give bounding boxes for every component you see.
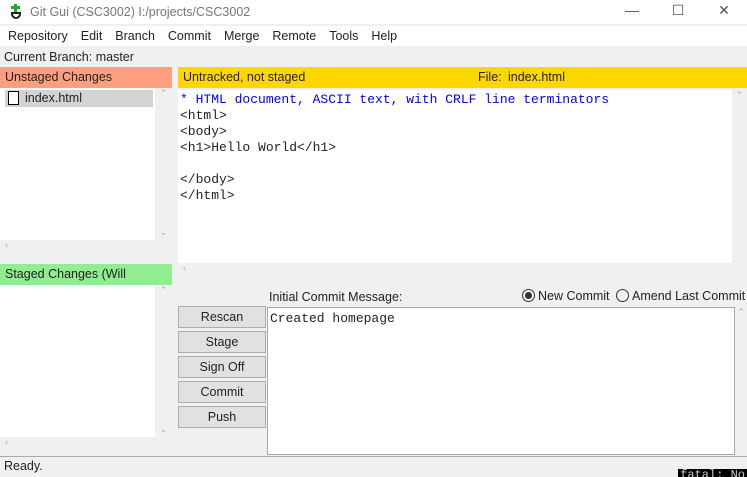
commit-message-label: Initial Commit Message:	[269, 290, 403, 304]
commit-message-input[interactable]: Created homepage	[267, 307, 735, 455]
diff-header: Untracked, not staged File: index.html	[178, 67, 747, 88]
file-item[interactable]: index.html	[5, 90, 153, 107]
menu-edit[interactable]: Edit	[81, 26, 103, 46]
maximize-button[interactable]: ☐	[663, 2, 693, 19]
radio-selected-icon	[522, 289, 535, 302]
menu-repository[interactable]: Repository	[8, 26, 68, 46]
stage-changed-button[interactable]: Stage Changed	[178, 331, 266, 369]
new-commit-label: New Commit	[538, 289, 610, 303]
unstaged-header: Unstaged Changes	[0, 67, 172, 88]
sign-off-button[interactable]: Sign Off	[178, 356, 266, 378]
minimize-button[interactable]: —	[617, 2, 647, 18]
diff-line: <body>	[180, 124, 227, 139]
horizontal-scrollbar[interactable]: ‹	[0, 240, 172, 257]
diff-line: </html>	[180, 188, 235, 203]
diff-status: Untracked, not staged	[183, 70, 306, 84]
rescan-button[interactable]: Rescan	[178, 306, 266, 328]
menu-bar: Repository Edit Branch Commit Merge Remo…	[0, 26, 747, 46]
close-button[interactable]: ✕	[709, 2, 739, 19]
file-name: index.html	[25, 91, 82, 105]
radio-icon	[616, 289, 629, 302]
window-title: Git Gui (CSC3002) I:/projects/CSC3002	[30, 5, 251, 19]
commit-button[interactable]: Commit	[178, 381, 266, 403]
terminal-output: fatal: No	[678, 469, 747, 477]
horizontal-scrollbar[interactable]: ‹	[0, 437, 172, 454]
file-label: File:	[478, 70, 502, 84]
current-branch: Current Branch: master	[4, 50, 134, 64]
diff-horizontal-scrollbar[interactable]: ‹	[178, 263, 747, 280]
vertical-scrollbar[interactable]: ⌃ ⌄	[155, 285, 172, 437]
menu-commit[interactable]: Commit	[168, 26, 211, 46]
file-icon	[8, 91, 19, 105]
diff-file-name: index.html	[508, 70, 565, 84]
amend-commit-radio[interactable]: Amend Last Commit	[616, 289, 745, 303]
menu-branch[interactable]: Branch	[115, 26, 155, 46]
diff-line: * HTML document, ASCII text, with CRLF l…	[180, 92, 610, 107]
unstaged-list[interactable]: index.html ⌃ ⌄	[0, 88, 172, 240]
menu-tools[interactable]: Tools	[329, 26, 358, 46]
title-bar: Git Gui (CSC3002) I:/projects/CSC3002 — …	[0, 0, 747, 24]
staged-list[interactable]: ⌃ ⌄	[0, 285, 172, 437]
git-gui-logo-icon	[10, 4, 22, 20]
diff-vertical-scrollbar[interactable]: ⌃	[732, 90, 747, 263]
menu-remote[interactable]: Remote	[272, 26, 316, 46]
push-button[interactable]: Push	[178, 406, 266, 428]
diff-line: </body>	[180, 172, 235, 187]
menu-merge[interactable]: Merge	[224, 26, 259, 46]
status-bar: Ready.	[0, 456, 747, 477]
diff-line: <html>	[180, 108, 227, 123]
menu-help[interactable]: Help	[371, 26, 397, 46]
diff-view[interactable]: * HTML document, ASCII text, with CRLF l…	[178, 90, 732, 263]
vertical-scrollbar[interactable]: ⌃ ⌄	[155, 88, 172, 240]
diff-line: <h1>Hello World</h1>	[180, 140, 337, 155]
diff-line	[180, 156, 730, 172]
message-scrollbar[interactable]: ⌃	[735, 307, 747, 455]
amend-label: Amend Last Commit	[632, 289, 746, 303]
new-commit-radio[interactable]: New Commit	[522, 289, 610, 303]
staged-header: Staged Changes (Will Commit)	[0, 264, 172, 302]
